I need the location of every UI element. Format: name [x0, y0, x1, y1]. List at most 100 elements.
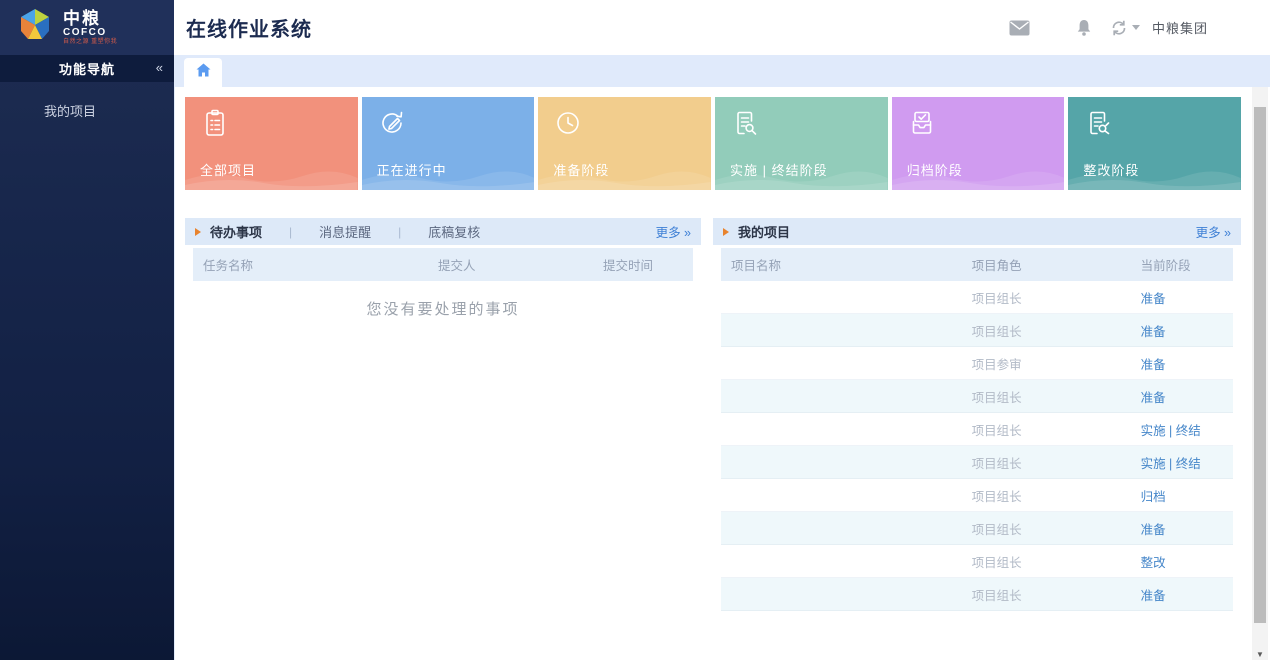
page-title: 在线作业系统: [186, 13, 312, 42]
user-name[interactable]: 中粮集团: [1152, 18, 1208, 37]
column-header: 提交人: [428, 255, 593, 274]
brand-tagline: 自然之源 重塑你我: [63, 39, 117, 45]
project-stage-cell: 准备: [1131, 387, 1233, 406]
project-stage-link[interactable]: 准备: [1141, 325, 1166, 339]
project-role-cell: 项目组长: [962, 453, 1131, 472]
project-stage-cell: 实施 | 终结: [1131, 453, 1233, 472]
project-stage-link[interactable]: 准备: [1141, 292, 1166, 306]
sidebar-item-my-projects[interactable]: 我的项目: [0, 98, 174, 126]
project-stage-cell: 准备: [1131, 585, 1233, 604]
project-row: 项目组长准备: [721, 578, 1233, 611]
todo-panel: 待办事项|消息提醒|底稿复核 更多 » 任务名称提交人提交时间 您没有要处理的事…: [185, 218, 701, 648]
project-role-cell: 项目组长: [962, 585, 1131, 604]
projects-more-link[interactable]: 更多 »: [1196, 222, 1231, 241]
refresh-icon[interactable]: [1110, 19, 1128, 37]
scrollbar-thumb[interactable]: [1254, 107, 1266, 623]
bell-icon[interactable]: [1076, 19, 1092, 37]
stage-card[interactable]: 准备阶段: [538, 97, 711, 190]
project-stage-link[interactable]: 归档: [1141, 490, 1166, 504]
project-role-cell: 项目组长: [962, 420, 1131, 439]
tab-separator: |: [398, 225, 401, 239]
project-stage-cell: 归档: [1131, 486, 1233, 505]
sidebar: 中粮 COFCO 自然之源 重塑你我 功能导航 « 我的项目: [0, 0, 174, 660]
projects-table-header: 项目名称项目角色当前阶段: [721, 248, 1233, 281]
projects-panel-title: 我的项目: [738, 222, 790, 241]
topbar-actions: 中粮集团: [1009, 0, 1208, 55]
project-stage-link[interactable]: 准备: [1141, 358, 1166, 372]
panel-marker-icon: [195, 228, 201, 236]
todo-panel-tab-1[interactable]: 消息提醒: [319, 222, 371, 241]
mail-icon[interactable]: [1009, 20, 1030, 36]
archive-check-icon: [907, 108, 937, 143]
home-icon: [196, 63, 211, 82]
tab-separator: |: [289, 225, 292, 239]
stage-card[interactable]: 正在进行中: [362, 97, 535, 190]
caret-down-icon[interactable]: [1132, 25, 1140, 30]
project-row: 项目组长整改: [721, 545, 1233, 578]
project-row: 项目组长实施 | 终结: [721, 413, 1233, 446]
project-stage-link[interactable]: 整改: [1141, 556, 1166, 570]
project-row: 项目组长准备: [721, 281, 1233, 314]
brand-name-en: COFCO: [63, 28, 117, 39]
doc-wrench-icon: [1083, 108, 1113, 143]
column-header: 任务名称: [193, 255, 428, 274]
project-stage-link[interactable]: 准备: [1141, 589, 1166, 603]
project-stage-link[interactable]: 准备: [1141, 523, 1166, 537]
stage-cards: 全部项目 正在进行中 准备阶段 实施 | 终结阶段 归档阶段 整改阶段: [185, 97, 1241, 190]
cofco-logo-icon: [16, 6, 54, 49]
todo-panel-tab-2[interactable]: 底稿复核: [428, 222, 480, 241]
stage-card[interactable]: 实施 | 终结阶段: [715, 97, 888, 190]
tab-home[interactable]: [184, 58, 222, 87]
projects-table-body: 项目组长准备项目组长准备项目参审准备项目组长准备项目组长实施 | 终结项目组长实…: [721, 281, 1233, 611]
project-stage-link[interactable]: 实施 | 终结: [1141, 457, 1201, 471]
todo-panel-header: 待办事项 | 消息提醒 | 底稿复核 更多 »: [185, 218, 701, 245]
vertical-scrollbar[interactable]: ▼: [1252, 87, 1268, 660]
collapse-sidebar-icon[interactable]: «: [156, 55, 164, 82]
project-stage-link[interactable]: 实施 | 终结: [1141, 424, 1201, 438]
stage-card[interactable]: 全部项目: [185, 97, 358, 190]
project-stage-cell: 整改: [1131, 552, 1233, 571]
edit-progress-icon: [377, 108, 407, 143]
project-role-cell: 项目组长: [962, 387, 1131, 406]
column-header: 当前阶段: [1131, 255, 1233, 274]
project-row: 项目组长准备: [721, 512, 1233, 545]
clock-icon: [553, 108, 583, 143]
project-role-cell: 项目组长: [962, 519, 1131, 538]
todo-table-header: 任务名称提交人提交时间: [193, 248, 693, 281]
brand-text: 中粮 COFCO 自然之源 重塑你我: [63, 10, 117, 46]
project-role-cell: 项目组长: [962, 288, 1131, 307]
brand-logo-area: 中粮 COFCO 自然之源 重塑你我: [0, 0, 174, 55]
column-header: 项目名称: [721, 255, 962, 274]
sidebar-nav-header: 功能导航 «: [0, 55, 174, 82]
project-role-cell: 项目组长: [962, 321, 1131, 340]
project-row: 项目参审准备: [721, 347, 1233, 380]
project-stage-link[interactable]: 准备: [1141, 391, 1166, 405]
projects-panel-header: 我的项目 更多 »: [713, 218, 1241, 245]
tab-bar: [174, 55, 1270, 87]
project-stage-cell: 准备: [1131, 288, 1233, 307]
stage-card[interactable]: 归档阶段: [892, 97, 1065, 190]
column-header: 提交时间: [593, 255, 693, 274]
top-bar: 在线作业系统: [174, 0, 1270, 55]
clipboard-icon: [200, 108, 230, 143]
todo-more-link[interactable]: 更多 »: [656, 222, 691, 241]
project-stage-cell: 实施 | 终结: [1131, 420, 1233, 439]
project-role-cell: 项目组长: [962, 552, 1131, 571]
project-stage-cell: 准备: [1131, 321, 1233, 340]
project-stage-cell: 准备: [1131, 354, 1233, 373]
project-row: 项目组长归档: [721, 479, 1233, 512]
nav-title: 功能导航: [59, 59, 115, 78]
brand-name-cn: 中粮: [63, 10, 117, 28]
panel-marker-icon: [723, 228, 729, 236]
project-row: 项目组长准备: [721, 380, 1233, 413]
todo-panel-tabs: 待办事项 | 消息提醒 | 底稿复核: [210, 222, 480, 241]
project-role-cell: 项目组长: [962, 486, 1131, 505]
stage-card[interactable]: 整改阶段: [1068, 97, 1241, 190]
projects-panel: 我的项目 更多 » 项目名称项目角色当前阶段 项目组长准备项目组长准备项目参审准…: [713, 218, 1241, 611]
project-row: 项目组长准备: [721, 314, 1233, 347]
project-stage-cell: 准备: [1131, 519, 1233, 538]
scroll-down-icon[interactable]: ▼: [1252, 650, 1268, 659]
project-row: 项目组长实施 | 终结: [721, 446, 1233, 479]
todo-panel-tab-0[interactable]: 待办事项: [210, 222, 262, 241]
column-header: 项目角色: [962, 255, 1131, 274]
